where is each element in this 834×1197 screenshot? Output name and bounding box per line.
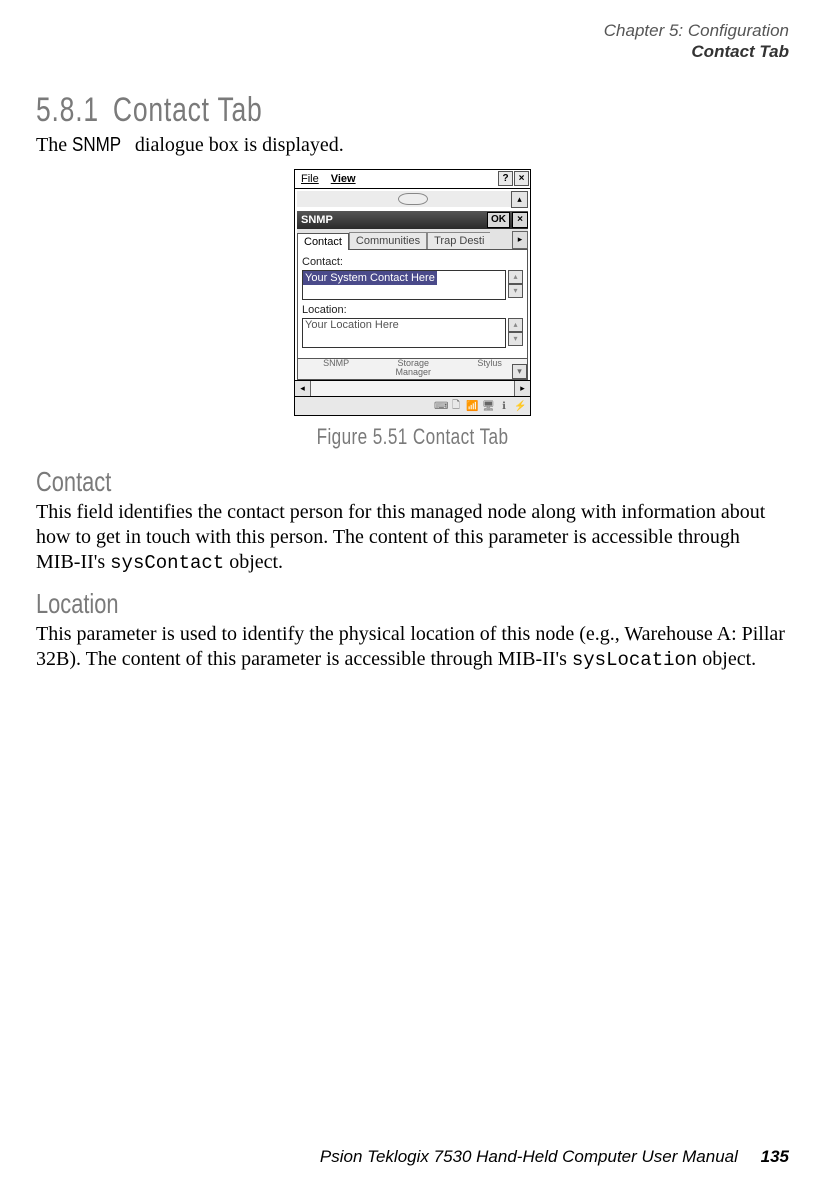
contact-scroll-up[interactable]: ▴ — [508, 270, 523, 284]
tab-panel: Contact: Your System Contact Here ▴ ▾ Lo… — [297, 250, 528, 359]
horizontal-scrollbar[interactable]: ◂ ▸ — [294, 381, 531, 397]
ok-button[interactable]: OK — [487, 212, 510, 228]
location-input[interactable]: Your Location Here — [302, 318, 506, 348]
screenshot: File View ? × ▴ SNMP OK × Contact — [294, 169, 531, 417]
footer: Psion Teklogix 7530 Hand-Held Computer U… — [320, 1147, 789, 1167]
tab-strip: Contact Communities Trap Desti ▸ — [297, 229, 528, 250]
menu-file[interactable]: File — [295, 173, 325, 185]
desktop-icons: SNMP Storage Manager Stylus ▾ — [297, 359, 528, 381]
chapter-header: Chapter 5: Configuration Contact Tab — [36, 20, 789, 63]
chapter-section: Contact Tab — [36, 41, 789, 62]
location-scroll-down[interactable]: ▾ — [508, 332, 523, 346]
tray-signal-icon[interactable]: 📶 — [466, 401, 478, 412]
subhead-contact: Contact — [36, 466, 623, 498]
tab-trap-destinations[interactable]: Trap Desti — [427, 232, 490, 249]
help-button[interactable]: ? — [498, 171, 513, 186]
contact-scroll-down[interactable]: ▾ — [508, 284, 523, 298]
contact-value: Your System Contact Here — [303, 271, 437, 285]
icon-snmp[interactable]: SNMP — [323, 359, 349, 378]
contact-input[interactable]: Your System Contact Here — [302, 270, 506, 300]
page-number: 135 — [761, 1147, 789, 1166]
dialog-titlebar: SNMP OK × — [297, 211, 528, 229]
tab-contact[interactable]: Contact — [297, 233, 349, 250]
code-syslocation: sysLocation — [572, 649, 697, 671]
figure-caption: Figure 5.51 Contact Tab — [119, 424, 706, 450]
intro-text: The SNMP dialogue box is displayed. — [36, 134, 789, 157]
hat-icon — [398, 193, 428, 205]
tray-power-icon[interactable]: ⚡ — [514, 401, 526, 412]
system-tray: ⌨ 🗋 📶 🖥 ℹ ⚡ — [294, 397, 531, 416]
menu-view[interactable]: View — [325, 173, 362, 185]
contact-label: Contact: — [302, 256, 523, 268]
code-syscontact: sysContact — [110, 552, 224, 574]
location-label: Location: — [302, 304, 523, 316]
section-heading: 5.8.1 Contact Tab — [36, 91, 623, 130]
hscroll-track[interactable] — [311, 381, 514, 396]
snmp-label: SNMP — [72, 134, 121, 157]
icon-storage-manager[interactable]: Storage Manager — [395, 359, 431, 378]
section-number: 5.8.1 — [36, 91, 99, 129]
tray-keyboard-icon[interactable]: ⌨ — [434, 401, 446, 412]
scroll-up-button[interactable]: ▴ — [511, 191, 528, 208]
location-scroll-up[interactable]: ▴ — [508, 318, 523, 332]
para-contact: This field identifies the contact person… — [36, 500, 789, 576]
hscroll-right[interactable]: ▸ — [514, 381, 530, 396]
chapter-line: Chapter 5: Configuration — [36, 20, 789, 41]
tab-communities[interactable]: Communities — [349, 232, 427, 249]
icon-stylus[interactable]: Stylus — [477, 359, 502, 378]
footer-text: Psion Teklogix 7530 Hand-Held Computer U… — [320, 1147, 738, 1166]
subhead-location: Location — [36, 588, 623, 620]
hscroll-left[interactable]: ◂ — [295, 381, 311, 396]
para-location: This parameter is used to identify the p… — [36, 622, 789, 673]
tray-screen-icon[interactable]: 🖥 — [482, 401, 494, 412]
tray-info-icon[interactable]: ℹ — [498, 401, 510, 412]
dialog-title: SNMP — [301, 214, 333, 226]
menu-bar: File View ? × — [294, 169, 531, 188]
tab-scroll-right[interactable]: ▸ — [512, 231, 528, 249]
scroll-down-button[interactable]: ▾ — [512, 364, 527, 379]
tray-doc-icon[interactable]: 🗋 — [450, 398, 462, 415]
close-button[interactable]: × — [514, 171, 529, 186]
section-title: Contact Tab — [113, 91, 263, 129]
dialog-close-button[interactable]: × — [512, 212, 528, 228]
desktop-bg-row: ▴ — [297, 191, 528, 207]
location-value: Your Location Here — [303, 318, 401, 332]
